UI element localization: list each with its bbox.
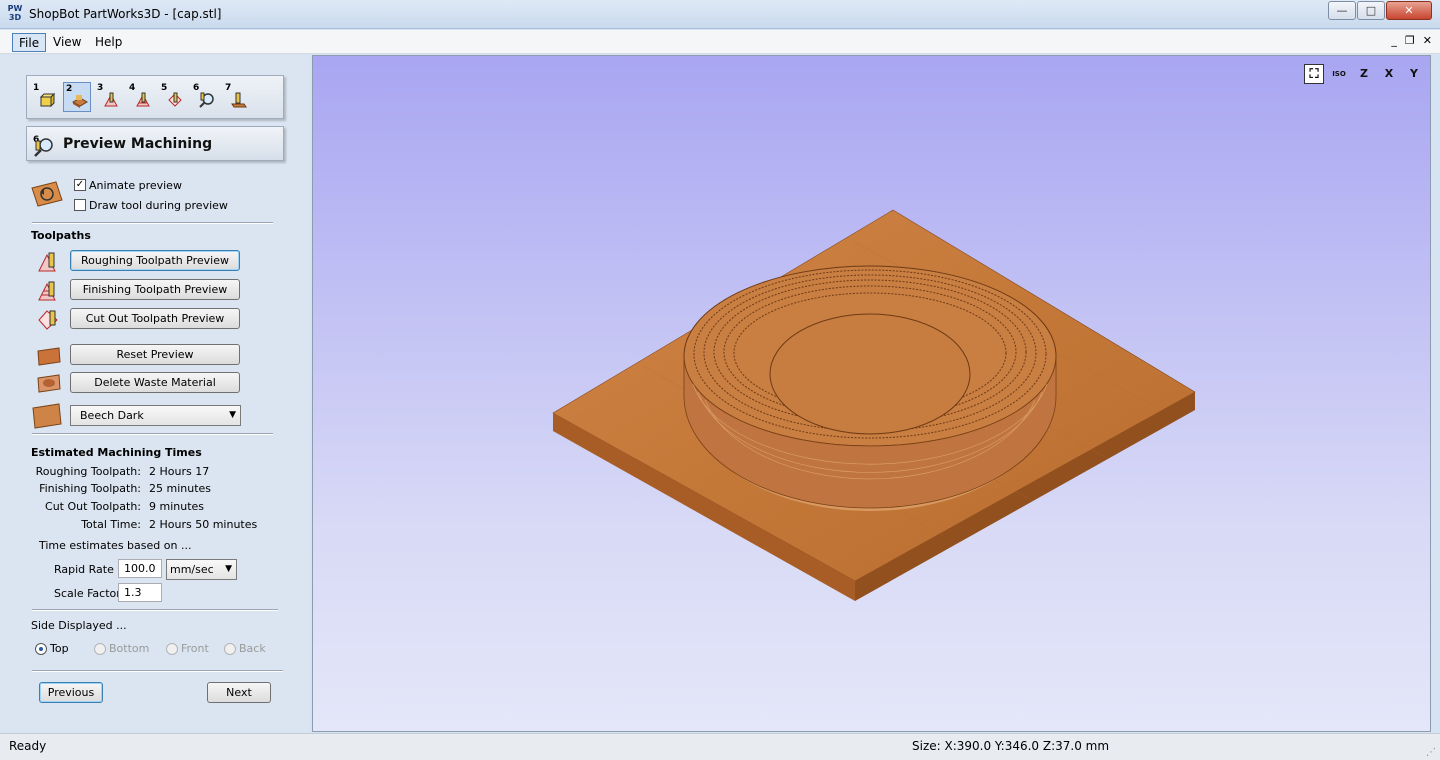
cutout-time-label: Cut Out Toolpath: — [45, 500, 141, 513]
side-top-radio[interactable] — [35, 643, 47, 655]
material-icon — [72, 95, 88, 108]
roughing-toolpath-preview-button[interactable]: Roughing Toolpath Preview — [70, 250, 240, 271]
draw-tool-label: Draw tool during preview — [89, 199, 228, 212]
side-top-label: Top — [50, 642, 69, 655]
side-displayed-title: Side Displayed ... — [31, 619, 127, 632]
toolpaths-title: Toolpaths — [31, 229, 91, 242]
rapid-rate-unit-select[interactable]: mm/sec ▼ — [166, 559, 237, 580]
minimize-button[interactable]: — — [1328, 1, 1356, 20]
reset-preview-icon — [37, 347, 61, 366]
status-bar: Ready Size: X:390.0 Y:346.0 Z:37.0 mm ⋰ — [0, 733, 1440, 760]
machined-part-render — [552, 209, 1196, 601]
bowl-floor — [769, 313, 971, 435]
rapid-rate-unit-value: mm/sec — [170, 563, 214, 576]
close-button[interactable]: ✕ — [1386, 1, 1432, 20]
total-time-label: Total Time: — [81, 518, 141, 531]
next-button[interactable]: Next — [207, 682, 271, 703]
side-bottom-label: Bottom — [109, 642, 150, 655]
roughing-icon — [104, 92, 118, 107]
time-estimates-note: Time estimates based on ... — [39, 539, 192, 552]
panel-title: Preview Machining — [63, 136, 213, 152]
delete-waste-material-button[interactable]: Delete Waste Material — [70, 372, 240, 393]
tab-1-model-setup[interactable]: 1 — [31, 82, 59, 112]
resize-grip-icon[interactable]: ⋰ — [1426, 747, 1436, 758]
window-title: ShopBot PartWorks3D - [cap.stl] — [29, 7, 222, 21]
material-swatch-icon — [32, 403, 62, 429]
chevron-down-icon: ▼ — [229, 410, 236, 420]
3d-viewport[interactable]: ⛶ ISO Z X Y — [312, 55, 1431, 732]
scale-factor-input[interactable]: 1.3 — [118, 583, 162, 602]
finishing-toolpath-icon — [38, 281, 56, 301]
finishing-toolpath-preview-button[interactable]: Finishing Toolpath Preview — [70, 279, 240, 300]
reset-preview-button[interactable]: Reset Preview — [70, 344, 240, 365]
cutout-time-value: 9 minutes — [149, 500, 205, 513]
roughing-time-label: Roughing Toolpath: — [35, 465, 141, 478]
preview-machining-icon: 6 — [33, 135, 53, 157]
tab-3-roughing[interactable]: 3 — [95, 82, 123, 112]
scale-factor-label: Scale Factor — [54, 587, 121, 600]
tab-2-material[interactable]: 2 — [63, 82, 91, 112]
draw-tool-checkbox[interactable] — [74, 199, 86, 211]
rapid-rate-input[interactable]: 100.0 — [118, 559, 162, 578]
mdi-close-button[interactable]: ✕ — [1423, 34, 1432, 47]
menu-bar: File View Help _ ❐ ✕ — [0, 30, 1440, 54]
save-toolpath-icon — [231, 92, 247, 108]
separator — [32, 670, 283, 672]
cube-icon — [39, 92, 55, 108]
separator — [32, 433, 273, 435]
finishing-icon — [136, 92, 150, 107]
tab-5-cutout[interactable]: 5 — [159, 82, 187, 112]
tab-7-save[interactable]: 7 — [223, 82, 251, 112]
side-bottom-radio[interactable] — [94, 643, 106, 655]
total-time-value: 2 Hours 50 minutes — [149, 518, 258, 531]
mdi-controls: _ ❐ ✕ — [1391, 34, 1432, 47]
separator — [32, 609, 278, 611]
window-controls: — □ ✕ — [1327, 1, 1432, 20]
separator — [32, 222, 273, 224]
chevron-down-icon: ▼ — [225, 564, 232, 574]
rapid-rate-label: Rapid Rate — [54, 563, 114, 576]
animate-icon — [31, 181, 63, 207]
mdi-restore-button[interactable]: ❐ — [1405, 34, 1415, 47]
menu-view[interactable]: View — [47, 33, 87, 52]
tab-4-finishing[interactable]: 4 — [127, 82, 155, 112]
machining-times-title: Estimated Machining Times — [31, 446, 202, 459]
animate-preview-checkbox[interactable]: ✓ — [74, 179, 86, 191]
title-bar: PW 3D ShopBot PartWorks3D - [cap.stl] — … — [0, 0, 1440, 29]
tab-6-preview[interactable]: 6 — [191, 82, 219, 112]
finishing-time-label: Finishing Toolpath: — [39, 482, 141, 495]
left-panel: 1 2 3 4 5 6 7 6 Preview Machining ✓ Anim… — [0, 55, 309, 732]
delete-waste-icon — [37, 374, 61, 393]
menu-file[interactable]: File — [12, 33, 47, 52]
preview-magnifier-icon — [199, 92, 214, 108]
toolpath-tab-strip: 1 2 3 4 5 6 7 — [26, 75, 284, 119]
material-select-value: Beech Dark — [80, 409, 144, 422]
cutout-toolpath-preview-button[interactable]: Cut Out Toolpath Preview — [70, 308, 240, 329]
side-front-label: Front — [181, 642, 209, 655]
roughing-time-value: 2 Hours 17 — [149, 465, 210, 478]
material-select[interactable]: Beech Dark ▼ — [70, 405, 241, 426]
cutout-toolpath-icon — [38, 310, 58, 330]
status-text: Ready — [9, 739, 47, 753]
panel-header: 6 Preview Machining — [26, 126, 284, 161]
animate-preview-label: Animate preview — [89, 179, 182, 192]
side-back-radio[interactable] — [224, 643, 236, 655]
finishing-time-value: 25 minutes — [149, 482, 212, 495]
side-front-radio[interactable] — [166, 643, 178, 655]
maximize-button[interactable]: □ — [1357, 1, 1385, 20]
menu-help[interactable]: Help — [89, 33, 128, 52]
mdi-minimize-button[interactable]: _ — [1391, 34, 1397, 47]
cutout-icon — [168, 92, 182, 107]
previous-button[interactable]: Previous — [39, 682, 103, 703]
roughing-toolpath-icon — [38, 252, 56, 272]
model-size-readout: Size: X:390.0 Y:346.0 Z:37.0 mm — [912, 739, 1110, 753]
side-back-label: Back — [239, 642, 266, 655]
app-logo-icon: PW 3D — [7, 4, 23, 22]
